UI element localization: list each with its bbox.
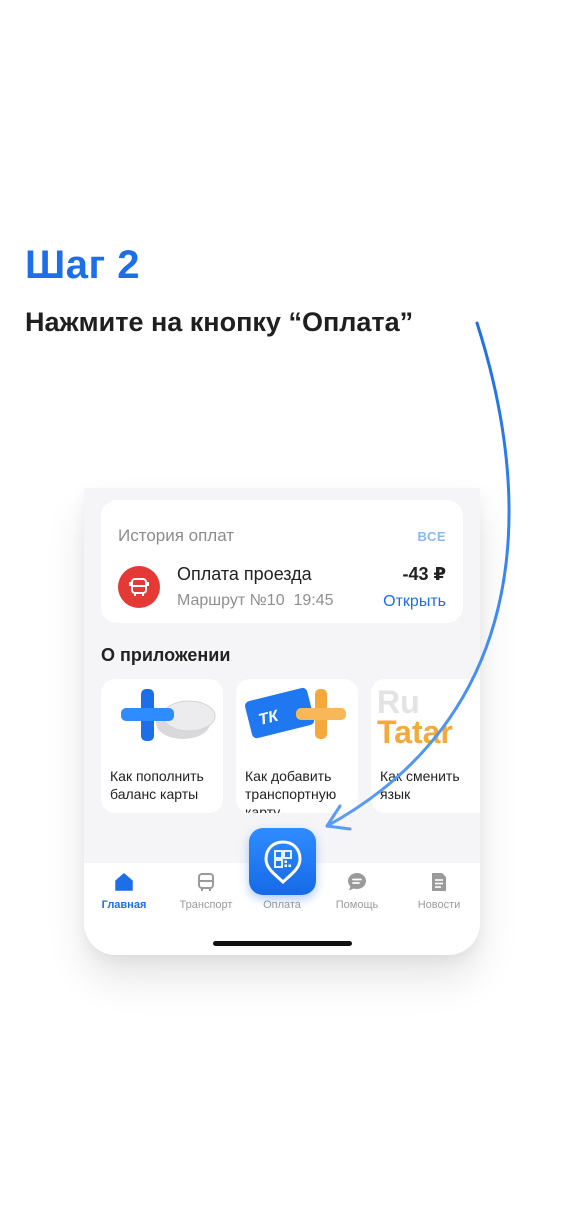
- language-illustration: Ru Tatar: [377, 684, 453, 750]
- document-icon: [432, 873, 446, 891]
- history-title: История оплат: [118, 526, 235, 545]
- tab-label: Главная: [101, 899, 147, 911]
- tile-topup-balance[interactable]: Как пополнить баланс карты: [101, 679, 223, 813]
- payment-route: Маршрут №10 19:45: [177, 592, 334, 609]
- home-icon: [115, 873, 133, 891]
- tab-label: Транспорт: [179, 899, 233, 911]
- topup-illustration: [121, 689, 216, 741]
- step-title: Шаг 2: [25, 243, 140, 287]
- history-all-link[interactable]: ВСЕ: [418, 529, 446, 544]
- tab-home[interactable]: Главная: [84, 871, 164, 911]
- home-indicator: [213, 941, 352, 946]
- tile-label: Как добавить транспортную карту: [245, 768, 337, 813]
- language-art-tatar: Tatar: [377, 714, 453, 750]
- tab-news[interactable]: Новости: [399, 871, 479, 911]
- tab-label: Оплата: [263, 899, 301, 911]
- tab-label: Помощь: [335, 899, 379, 911]
- tile-label: Как пополнить баланс карты: [110, 768, 204, 802]
- tab-payment[interactable]: Оплата: [242, 893, 322, 911]
- bus-icon: [118, 566, 160, 608]
- payment-open-link[interactable]: Открыть: [383, 593, 446, 611]
- payment-button[interactable]: [249, 828, 316, 895]
- about-section-title: О приложении: [101, 645, 231, 665]
- step-instruction: Нажмите на кнопку “Оплата”: [25, 307, 414, 337]
- chat-icon: [348, 873, 366, 891]
- tile-label: Как сменить язык: [380, 768, 460, 802]
- payment-history-card: История оплат ВСЕ Оплата проезда Маршрут…: [101, 500, 463, 623]
- tab-label: Новости: [417, 899, 461, 911]
- phone-screenshot: История оплат ВСЕ Оплата проезда Маршрут…: [84, 488, 480, 955]
- tile-change-language[interactable]: Ru Tatar Как сменить язык: [371, 679, 480, 813]
- tab-transport[interactable]: Транспорт: [166, 871, 246, 911]
- payment-title: Оплата проезда: [177, 564, 312, 584]
- payment-amount: -43 ₽: [402, 564, 446, 584]
- tab-help[interactable]: Помощь: [317, 871, 397, 911]
- add-card-illustration: ТК: [245, 687, 346, 739]
- qr-pin-icon: [263, 839, 302, 884]
- bus-icon: [198, 873, 214, 891]
- tile-add-card[interactable]: ТК Как добавить транспортную карту: [236, 679, 358, 813]
